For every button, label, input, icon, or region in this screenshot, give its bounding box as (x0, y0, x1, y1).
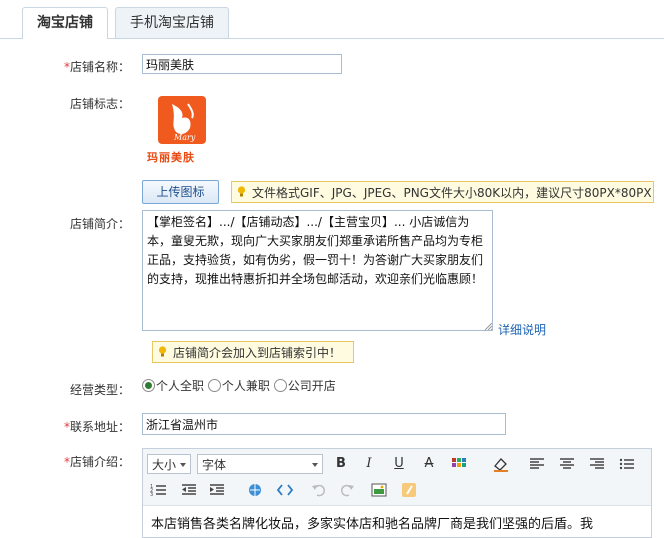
svg-text:3: 3 (150, 492, 153, 498)
business-type-radio-group: 个人全职 个人兼职 公司开店 (142, 377, 336, 394)
insert-flash-icon[interactable] (399, 480, 419, 500)
lightbulb-icon (158, 346, 167, 357)
logo-caption: 玛丽美肤 (147, 151, 195, 164)
editor-content[interactable]: 本店销售各类名牌化妆品，多家实体店和驰名品牌厂商是我们坚强的后盾。我 (151, 513, 593, 532)
business-type-label: 经营类型： (69, 383, 130, 397)
tab-bar: 淘宝店铺 手机淘宝店铺 (0, 0, 664, 39)
tab-taobao-shop[interactable]: 淘宝店铺 (22, 7, 108, 39)
shop-intro-label: 店铺简介： (69, 217, 130, 231)
shop-name-input[interactable]: 玛丽美肤 (142, 54, 342, 74)
radio-parttime[interactable] (207, 379, 221, 392)
intro-index-tip: 店铺简介会加入到店铺索引中！ (152, 341, 354, 363)
outdent-icon[interactable] (179, 480, 199, 500)
lightbulb-icon (237, 186, 246, 197)
rich-text-editor: 大小 字体 B I U A 123 本店销售各类名牌化妆品，多家实体店和驰名品牌… (142, 448, 652, 538)
bullet-list-icon[interactable] (617, 454, 637, 474)
editor-toolbar: 大小 字体 B I U A 123 (143, 449, 651, 506)
align-center-icon[interactable] (557, 454, 577, 474)
logo-format-tip: 文件格式GIF、JPG、JPEG、PNG文件大小80K以内，建议尺寸80PX*8… (231, 181, 654, 203)
align-right-icon[interactable] (587, 454, 607, 474)
background-color-icon[interactable] (491, 454, 511, 474)
radio-company-label[interactable]: 公司开店 (288, 379, 336, 393)
logo-face-icon: Mary (172, 103, 196, 142)
bold-icon[interactable]: B (331, 454, 351, 474)
radio-fulltime-label[interactable]: 个人全职 (156, 379, 204, 393)
address-input[interactable]: 浙江省温州市 (142, 413, 506, 435)
shop-logo-image: Mary (158, 96, 206, 144)
shop-name-label: *店铺名称： (63, 60, 130, 74)
tab-mobile-taobao-shop[interactable]: 手机淘宝店铺 (115, 7, 229, 38)
shop-logo-label: 店铺标志： (69, 97, 130, 111)
redo-icon[interactable] (337, 480, 357, 500)
strikethrough-icon[interactable]: A (419, 454, 439, 474)
underline-icon[interactable]: U (389, 454, 409, 474)
insert-link-icon[interactable] (245, 480, 265, 500)
insert-image-icon[interactable] (369, 480, 389, 500)
font-family-select[interactable]: 字体 (197, 454, 323, 474)
font-size-select[interactable]: 大小 (147, 454, 191, 474)
detail-explanation-link[interactable]: 详细说明 (498, 321, 546, 338)
align-left-icon[interactable] (527, 454, 547, 474)
shop-intro-textarea[interactable]: 【掌柜签名】.../【店铺动态】.../【主营宝贝】... 小店诚信为本，童叟无… (142, 210, 493, 331)
italic-icon[interactable]: I (359, 454, 379, 474)
radio-company[interactable] (273, 379, 287, 392)
source-code-icon[interactable] (275, 480, 295, 500)
text-color-icon[interactable] (449, 454, 469, 474)
numbered-list-icon[interactable]: 123 (149, 480, 169, 500)
address-label: *联系地址： (63, 420, 130, 434)
upload-logo-button[interactable]: 上传图标 (142, 180, 219, 204)
resize-handle-icon[interactable] (484, 322, 492, 330)
radio-parttime-label[interactable]: 个人兼职 (222, 379, 270, 393)
svg-text:Mary: Mary (173, 133, 196, 142)
indent-icon[interactable] (207, 480, 227, 500)
radio-fulltime[interactable] (142, 379, 155, 392)
undo-icon[interactable] (309, 480, 329, 500)
shop-desc-label: *店铺介绍： (63, 455, 130, 469)
